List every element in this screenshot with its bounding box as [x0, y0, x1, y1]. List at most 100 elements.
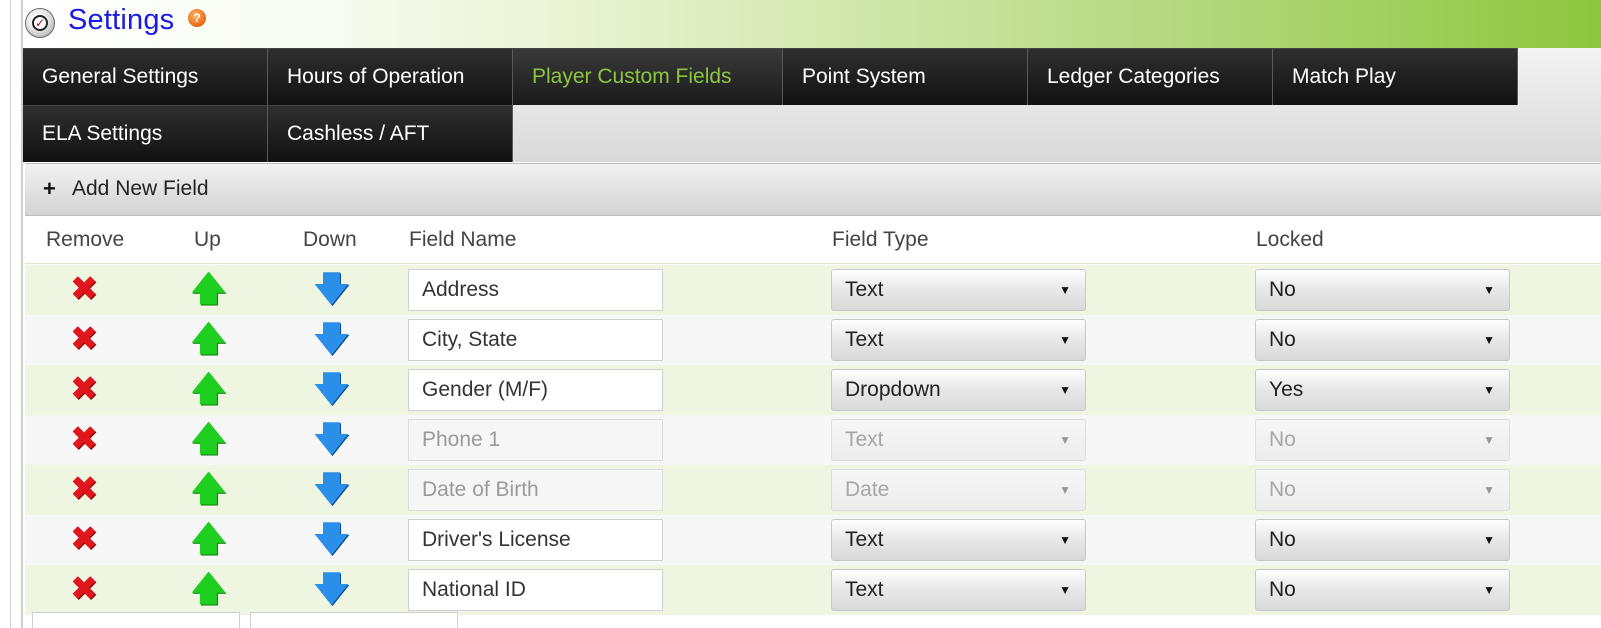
chevron-down-icon: ▼: [1483, 433, 1495, 447]
chevron-down-icon: ▼: [1059, 533, 1071, 547]
app-logo-icon: ✓: [25, 8, 55, 38]
chevron-down-icon: ▼: [1059, 283, 1071, 297]
field-type-select[interactable]: Text ▼: [831, 319, 1086, 361]
field-type-value: Text: [845, 528, 884, 551]
page-title: Settings: [68, 4, 175, 36]
tab-cashless-aft[interactable]: Cashless / AFT: [268, 105, 513, 162]
chevron-down-icon: ▼: [1483, 483, 1495, 497]
field-name-input: [408, 469, 663, 511]
remove-icon[interactable]: ✖: [68, 572, 100, 606]
partial-button[interactable]: [250, 612, 458, 628]
column-header-remove: Remove: [46, 228, 125, 251]
arrow-up-icon[interactable]: 🡅: [191, 521, 226, 557]
arrow-down-icon[interactable]: 🡇: [314, 421, 349, 457]
left-border: [10, 0, 11, 628]
arrow-down-icon[interactable]: 🡇: [314, 321, 349, 357]
field-type-value: Dropdown: [845, 378, 941, 401]
locked-select: No ▼: [1255, 419, 1510, 461]
chevron-down-icon: ▼: [1483, 333, 1495, 347]
field-type-select: Text ▼: [831, 419, 1086, 461]
tab-strip: General Settings Hours of Operation Play…: [23, 48, 1601, 162]
locked-select[interactable]: Yes ▼: [1255, 369, 1510, 411]
table-row: ✖ 🡅 🡇 Text ▼ No ▼: [25, 515, 1601, 565]
chevron-down-icon: ▼: [1483, 583, 1495, 597]
locked-select[interactable]: No ▼: [1255, 269, 1510, 311]
table-header: Remove Up Down Field Name Field Type Loc…: [25, 216, 1601, 264]
add-new-field-button[interactable]: Add New Field: [72, 177, 209, 201]
field-type-select[interactable]: Dropdown ▼: [831, 369, 1086, 411]
field-name-input[interactable]: [408, 519, 663, 561]
column-header-up: Up: [194, 228, 221, 251]
tab-match-play[interactable]: Match Play: [1273, 48, 1518, 105]
remove-icon[interactable]: ✖: [68, 372, 100, 406]
chevron-down-icon: ▼: [1059, 483, 1071, 497]
remove-icon[interactable]: ✖: [68, 322, 100, 356]
locked-value: Yes: [1269, 378, 1304, 401]
table-row: ✖ 🡅 🡇 Text ▼ No ▼: [25, 315, 1601, 365]
chevron-down-icon: ▼: [1483, 283, 1495, 297]
add-new-field-bar[interactable]: + Add New Field: [25, 163, 1601, 216]
tab-general-settings[interactable]: General Settings: [23, 48, 268, 105]
field-name-input[interactable]: [408, 319, 663, 361]
locked-select: No ▼: [1255, 469, 1510, 511]
chevron-down-icon: ▼: [1059, 383, 1071, 397]
locked-select[interactable]: No ▼: [1255, 569, 1510, 611]
field-type-select[interactable]: Text ▼: [831, 269, 1086, 311]
plus-icon[interactable]: +: [43, 176, 56, 202]
arrow-down-icon[interactable]: 🡇: [314, 371, 349, 407]
column-header-locked: Locked: [1256, 228, 1324, 251]
field-type-select: Date ▼: [831, 469, 1086, 511]
table-row: ✖ 🡅 🡇 Date ▼ No ▼: [25, 465, 1601, 515]
field-type-select[interactable]: Text ▼: [831, 519, 1086, 561]
table-row: ✖ 🡅 🡇 Text ▼ No ▼: [25, 265, 1601, 315]
column-header-field-type: Field Type: [832, 228, 929, 251]
chevron-down-icon: ▼: [1059, 433, 1071, 447]
remove-icon[interactable]: ✖: [68, 472, 100, 506]
arrow-up-icon[interactable]: 🡅: [191, 371, 226, 407]
chevron-down-icon: ▼: [1483, 383, 1495, 397]
field-type-value: Text: [845, 578, 884, 601]
field-name-input[interactable]: [408, 369, 663, 411]
locked-value: No: [1269, 528, 1296, 551]
locked-value: No: [1269, 428, 1296, 451]
arrow-up-icon[interactable]: 🡅: [191, 271, 226, 307]
locked-value: No: [1269, 578, 1296, 601]
tab-hours-of-operation[interactable]: Hours of Operation: [268, 48, 513, 105]
arrow-down-icon[interactable]: 🡇: [314, 271, 349, 307]
remove-icon[interactable]: ✖: [68, 422, 100, 456]
field-type-value: Date: [845, 478, 890, 501]
arrow-down-icon[interactable]: 🡇: [314, 521, 349, 557]
arrow-up-icon[interactable]: 🡅: [191, 421, 226, 457]
remove-icon[interactable]: ✖: [68, 522, 100, 556]
partial-button[interactable]: [32, 612, 240, 628]
help-icon[interactable]: ?: [188, 9, 206, 27]
tab-ledger-categories[interactable]: Ledger Categories: [1028, 48, 1273, 105]
arrow-up-icon[interactable]: 🡅: [191, 471, 226, 507]
header-bar: [23, 0, 1601, 48]
arrow-up-icon[interactable]: 🡅: [191, 321, 226, 357]
locked-value: No: [1269, 278, 1296, 301]
field-type-select[interactable]: Text ▼: [831, 569, 1086, 611]
arrow-up-icon[interactable]: 🡅: [191, 571, 226, 607]
column-header-field-name: Field Name: [409, 228, 517, 251]
field-type-value: Text: [845, 278, 884, 301]
checkmark-icon: ✓: [32, 15, 48, 31]
remove-icon[interactable]: ✖: [68, 272, 100, 306]
table-row: ✖ 🡅 🡇 Text ▼ No ▼: [25, 565, 1601, 615]
chevron-down-icon: ▼: [1059, 583, 1071, 597]
column-header-down: Down: [303, 228, 357, 251]
locked-select[interactable]: No ▼: [1255, 519, 1510, 561]
arrow-down-icon[interactable]: 🡇: [314, 571, 349, 607]
field-name-input: [408, 419, 663, 461]
locked-select[interactable]: No ▼: [1255, 319, 1510, 361]
field-name-input[interactable]: [408, 569, 663, 611]
tab-player-custom-fields[interactable]: Player Custom Fields: [513, 48, 783, 105]
arrow-down-icon[interactable]: 🡇: [314, 471, 349, 507]
field-type-value: Text: [845, 428, 884, 451]
table-row: ✖ 🡅 🡇 Dropdown ▼ Yes ▼: [25, 365, 1601, 415]
chevron-down-icon: ▼: [1483, 533, 1495, 547]
tab-point-system[interactable]: Point System: [783, 48, 1028, 105]
field-name-input[interactable]: [408, 269, 663, 311]
tab-ela-settings[interactable]: ELA Settings: [23, 105, 268, 162]
table-row: ✖ 🡅 🡇 Text ▼ No ▼: [25, 415, 1601, 465]
